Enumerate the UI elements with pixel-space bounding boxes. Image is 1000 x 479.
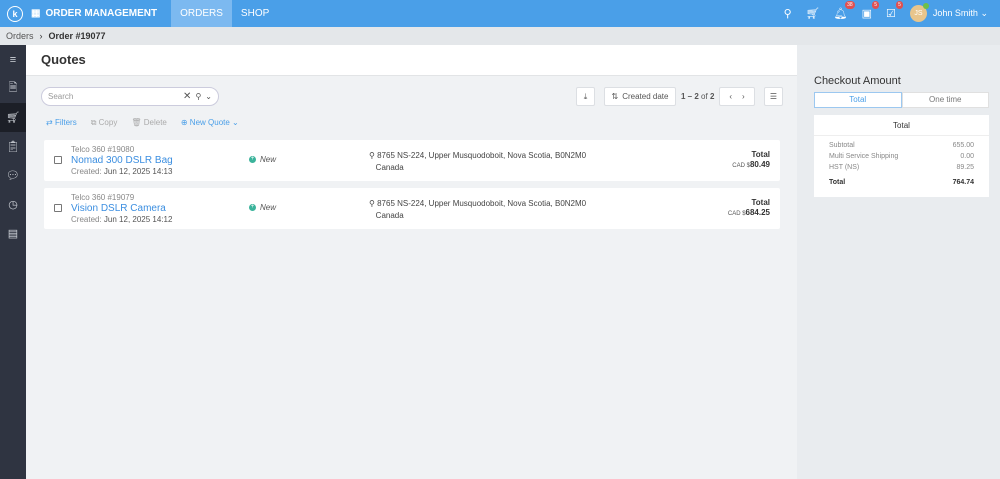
breadcrumb: Orders › Order #19077 xyxy=(0,27,1000,45)
sort-icon: ⇅ xyxy=(611,92,619,101)
summary-line: Subtotal 655.00 xyxy=(829,142,974,149)
status-badge: + New xyxy=(249,203,277,212)
copy-button[interactable]: ⧉ Copy xyxy=(91,118,118,128)
tab-total[interactable]: Total xyxy=(814,92,902,108)
document-icon[interactable]: 🗎 xyxy=(0,74,26,103)
quote-address: ⚲ 8765 NS-224, Upper Musquodoboit, Nova … xyxy=(369,199,587,220)
list-icon: ☰ xyxy=(769,92,778,101)
calendar-icon[interactable]: ▤ xyxy=(0,219,26,248)
quote-name-link[interactable]: Nomad 300 DSLR Bag xyxy=(71,155,173,166)
tasks-icon[interactable]: ▣ 5 xyxy=(862,1,880,20)
search-placeholder: Search xyxy=(48,92,74,101)
sidebar: ≡ 🗎 🛒︎ 📋︎ 💬︎ ◷ ▤ xyxy=(0,45,26,479)
search-icon[interactable]: ⚲ xyxy=(784,7,792,20)
quote-account: Telco 360 #19079 xyxy=(71,193,135,202)
checkout-tabs: Total One time xyxy=(814,92,989,108)
bell-icon[interactable]: 🔔︎ 38 xyxy=(834,1,855,20)
user-name: John Smith xyxy=(932,8,978,18)
chevron-right-icon: › xyxy=(39,31,43,41)
row-checkbox[interactable] xyxy=(54,156,62,164)
notification-badge: 38 xyxy=(845,1,855,9)
page-title: Quotes xyxy=(26,45,797,76)
breadcrumb-current: Order #19077 xyxy=(48,31,106,41)
quote-created: Created: Jun 12, 2025 14:12 xyxy=(71,215,173,224)
quote-total: Total CAD $684.25 xyxy=(727,198,770,217)
chevron-down-icon[interactable]: ⌄ xyxy=(205,92,212,101)
summary-total: Total 764.74 xyxy=(829,179,974,186)
nav-orders[interactable]: ORDERS xyxy=(171,0,232,27)
grid-icon: ▦ xyxy=(31,8,41,19)
quote-address: ⚲ 8765 NS-224, Upper Musquodoboit, Nova … xyxy=(369,151,587,172)
cart-icon[interactable]: 🛒︎ xyxy=(806,7,820,20)
quote-created: Created: Jun 12, 2025 14:13 xyxy=(71,167,173,176)
clipboard-icon[interactable]: 📋︎ xyxy=(0,132,26,161)
tab-one-time[interactable]: One time xyxy=(901,92,989,108)
quote-row[interactable]: Telco 360 #19079 Vision DSLR Camera Crea… xyxy=(44,188,780,229)
summary-line: Multi Service Shipping 0.00 xyxy=(829,153,974,160)
sort-label: Created date xyxy=(622,92,669,101)
nav-shop[interactable]: SHOP xyxy=(232,0,278,27)
breadcrumb-orders[interactable]: Orders xyxy=(6,31,34,41)
top-bar: k ▦ ORDER MANAGEMENT ORDERS SHOP ⚲ 🛒︎ 🔔︎ 3… xyxy=(0,0,1000,27)
location-pin-icon: ⚲ xyxy=(369,151,375,160)
checkout-title: Checkout Amount xyxy=(814,75,901,87)
avatar[interactable]: JS xyxy=(909,3,929,22)
user-menu[interactable]: John Smith ⌄ xyxy=(933,8,988,19)
chat-icon[interactable]: 💬︎ xyxy=(0,161,26,190)
next-page-button[interactable]: › xyxy=(742,92,745,101)
summary-line: HST (NS) 89.25 xyxy=(829,164,974,171)
quote-name-link[interactable]: Vision DSLR Camera xyxy=(71,203,166,214)
chevron-down-icon: ⌄ xyxy=(980,8,988,18)
quote-row[interactable]: Telco 360 #19080 Nomad 300 DSLR Bag Crea… xyxy=(44,140,780,181)
quote-account: Telco 360 #19080 xyxy=(71,145,135,154)
tasks-badge: 5 xyxy=(872,1,880,9)
prev-page-button[interactable]: ‹ xyxy=(729,92,732,101)
filters-button[interactable]: ⇄ Filters xyxy=(46,118,77,128)
delete-button[interactable]: 🗑︎ Delete xyxy=(131,118,167,128)
search-icon[interactable]: ⚲ xyxy=(195,92,201,101)
row-checkbox[interactable] xyxy=(54,204,62,212)
menu-icon[interactable]: ≡ xyxy=(0,45,26,74)
plus-icon: + xyxy=(249,156,256,163)
checklist-badge: 5 xyxy=(896,1,903,9)
view-toggle-button[interactable]: ☰ xyxy=(764,87,783,106)
status-badge: + New xyxy=(249,155,277,164)
download-button[interactable]: ⤓ xyxy=(576,87,595,106)
checkout-summary: Total Subtotal 655.00 Multi Service Shipp… xyxy=(814,115,989,197)
sort-button[interactable]: ⇅ Created date xyxy=(604,87,676,106)
clock-icon[interactable]: ◷ xyxy=(0,190,26,219)
pager: ‹ › xyxy=(719,87,755,106)
checklist-icon[interactable]: ☑ 5 xyxy=(886,1,903,20)
new-quote-button[interactable]: ⊕ New Quote ⌄ xyxy=(181,118,239,128)
download-icon: ⤓ xyxy=(583,91,588,101)
search-input[interactable]: Search ✕ ⚲ ⌄ xyxy=(41,87,219,106)
location-pin-icon: ⚲ xyxy=(369,199,375,208)
app-menu[interactable]: ▦ ORDER MANAGEMENT xyxy=(31,8,157,19)
logo-icon[interactable]: k xyxy=(7,5,23,22)
plus-icon: + xyxy=(249,204,256,211)
cart-icon[interactable]: 🛒︎ xyxy=(0,103,26,132)
main-content: Quotes Search ✕ ⚲ ⌄ ⤓ ⇅ Created date 1 – … xyxy=(26,45,797,479)
pagination: 1 – 2 of 2 xyxy=(681,92,715,101)
quote-total: Total CAD $80.49 xyxy=(732,150,770,169)
checkout-panel: Checkout Amount Total One time Total Sub… xyxy=(797,45,1000,479)
clear-icon[interactable]: ✕ xyxy=(183,91,191,102)
summary-title: Total xyxy=(814,115,989,136)
app-title: ORDER MANAGEMENT xyxy=(45,8,158,19)
